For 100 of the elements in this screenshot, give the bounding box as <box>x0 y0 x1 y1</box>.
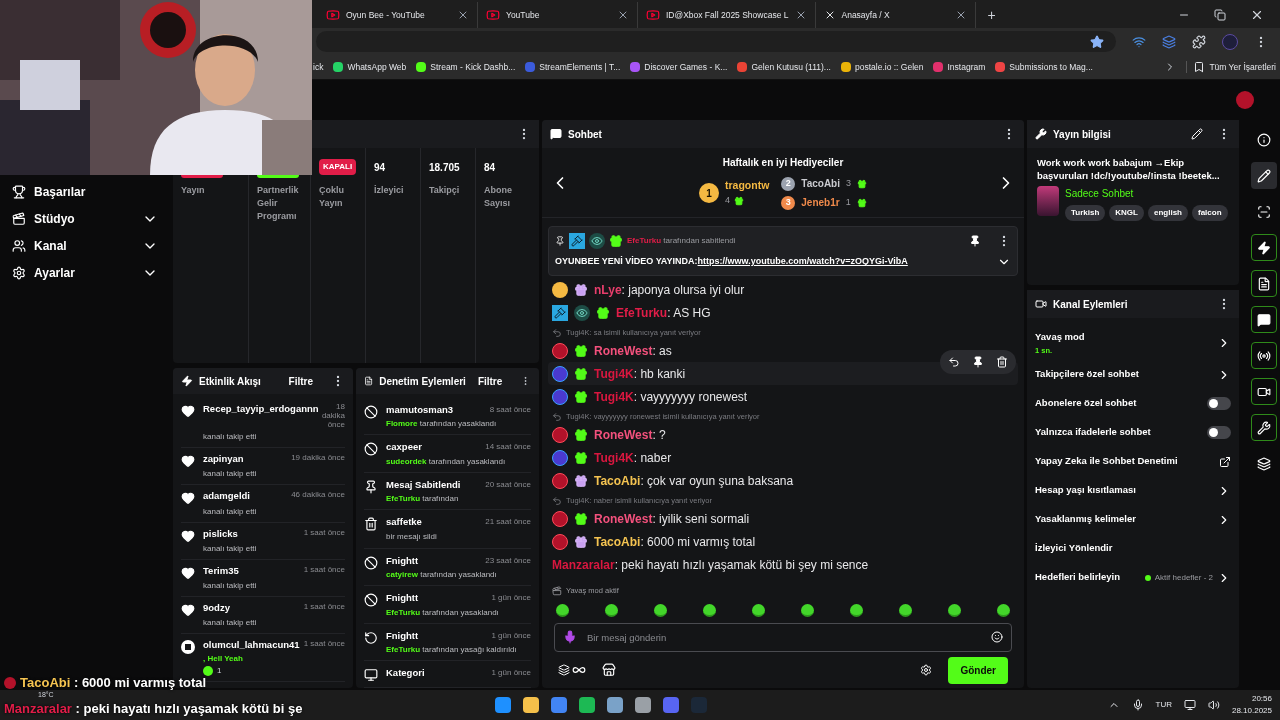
toggle-switch[interactable] <box>1207 397 1231 410</box>
tag[interactable]: falcon <box>1192 205 1228 221</box>
document-icon[interactable] <box>1251 270 1277 297</box>
close-icon[interactable] <box>617 9 629 21</box>
moderator-badge-icon <box>552 304 568 321</box>
emote-icon[interactable] <box>654 604 667 617</box>
bookmark[interactable]: ick <box>313 60 324 74</box>
channel-action[interactable]: Hesap yaşı kısıtlaması <box>1035 476 1231 505</box>
close-icon[interactable] <box>457 9 469 21</box>
settings-icon[interactable] <box>920 664 933 676</box>
new-tab-button[interactable]: + <box>975 2 1008 28</box>
stat-label: Partnerlik Gelir Programı <box>257 184 300 223</box>
extensions-icon[interactable] <box>1192 34 1206 49</box>
emote-icon[interactable] <box>997 604 1010 617</box>
all-bookmarks[interactable]: Tüm Yer İşaretleri <box>1209 60 1276 74</box>
emote-icon[interactable] <box>605 604 618 617</box>
settings-icon <box>12 266 26 280</box>
store-icon[interactable] <box>602 663 616 677</box>
app-icon[interactable] <box>634 697 651 713</box>
action-description: catyirew tarafından yasaklandı <box>386 570 498 581</box>
message-field[interactable]: Bir mesaj gönderin <box>554 623 1012 652</box>
edit-icon[interactable] <box>1251 162 1277 189</box>
emote-icon[interactable] <box>899 604 912 617</box>
video-play-icon <box>646 8 660 22</box>
trash-icon[interactable] <box>996 356 1008 368</box>
video-link[interactable]: https://www.youtube.com/watch?v=zOQYGi-VibA <box>697 256 908 267</box>
event-time: 21 saat önce <box>485 515 531 528</box>
toggle-switch[interactable] <box>1207 426 1231 439</box>
network-icon[interactable] <box>1183 699 1196 711</box>
extension-icon[interactable] <box>1162 34 1176 49</box>
message-text: RoneWest: ? <box>594 426 666 444</box>
sidebar-item[interactable]: Ayarlar <box>34 264 134 282</box>
action-title: Kategori <box>386 665 426 680</box>
broadcast-icon[interactable] <box>1251 342 1277 369</box>
rank-badge: 1 <box>698 183 719 203</box>
tag[interactable]: english <box>1148 205 1188 221</box>
channel-action[interactable]: Takipçilere özel sohbet <box>1035 360 1231 389</box>
bookmark[interactable]: Discover Games - K... <box>644 60 728 74</box>
sidebar-item[interactable]: Stüdyo <box>34 210 134 228</box>
channel-action[interactable]: Abonelere özel sohbet <box>1035 389 1231 418</box>
action-title: Mesaj Sabitlendi <box>386 477 462 492</box>
emote-icon[interactable] <box>752 604 765 617</box>
filter-button[interactable]: Filtre <box>288 373 313 389</box>
restore-icon[interactable] <box>1214 9 1226 21</box>
event-description: kanalı takip etti <box>203 431 258 443</box>
video-icon[interactable] <box>1251 378 1277 405</box>
sidebar-item[interactable]: Kanal <box>34 237 134 255</box>
bookmark[interactable]: postale.io :: Gelen <box>854 60 924 74</box>
bookmark[interactable]: WhatsApp Web <box>347 60 407 74</box>
send-button[interactable]: Gönder <box>948 656 1008 684</box>
unpin-icon[interactable] <box>969 235 981 247</box>
ban-icon <box>364 405 378 419</box>
emote-icon[interactable] <box>556 604 569 617</box>
heart-icon <box>181 565 195 580</box>
close-icon[interactable] <box>1250 8 1264 22</box>
chat-icon[interactable] <box>1251 306 1277 333</box>
channel-action[interactable]: Yapay Zeka ile Sohbet Denetimi <box>1035 447 1231 476</box>
windows-start-icon[interactable] <box>494 697 511 713</box>
pin-icon[interactable] <box>972 356 984 368</box>
emote-icon[interactable] <box>850 604 863 617</box>
language-indicator[interactable]: TUR <box>1155 699 1172 711</box>
bookmark[interactable]: Gelen Kutusu (111)... <box>751 60 831 74</box>
channel-action[interactable]: İzleyici Yönlendir <box>1035 534 1231 563</box>
message-text: Tugi4K: vayyyyyyy ronewest <box>594 388 748 406</box>
microphone-icon[interactable] <box>1131 699 1144 711</box>
volume-icon[interactable] <box>1207 699 1220 711</box>
bookmark-star-icon[interactable] <box>1090 34 1104 49</box>
pinned-by: EfeTurku tarafından sabitlendi <box>627 235 736 247</box>
app-icon[interactable] <box>606 697 623 713</box>
channel-action[interactable]: Hedefleri belirleyin Aktif hedefler - 2 <box>1035 563 1231 592</box>
extension-icon[interactable] <box>1132 34 1146 49</box>
event-time: 18 dakika önce <box>320 402 345 429</box>
action-description: bir mesajı sildi <box>386 531 438 543</box>
bookmark[interactable]: Instagram <box>947 60 986 74</box>
edit-icon[interactable] <box>1191 128 1203 140</box>
user-avatar-icon[interactable] <box>1236 91 1254 109</box>
filter-button[interactable]: Filtre <box>477 373 503 389</box>
message-text: TacoAbi: 6000 mi varmış total <box>594 533 756 551</box>
bookmark[interactable]: Stream - Kick Dashb... <box>430 60 516 74</box>
channel-action[interactable]: Yasaklanmış kelimeler <box>1035 505 1231 534</box>
bolt-icon[interactable] <box>1251 234 1277 261</box>
bookmark[interactable]: Submissions to Mag... <box>1009 60 1093 74</box>
folder-icon[interactable] <box>522 697 539 713</box>
wrench-icon[interactable] <box>1251 414 1277 441</box>
category-link[interactable]: Sadece Sohbet <box>1065 186 1228 201</box>
emote-icon[interactable] <box>703 604 716 617</box>
reply-icon[interactable] <box>948 356 960 368</box>
tag[interactable]: Turkish <box>1065 205 1106 221</box>
music-app-icon[interactable] <box>578 697 595 713</box>
emote-icon[interactable] <box>948 604 961 617</box>
emote-icon[interactable] <box>801 604 814 617</box>
channel-action[interactable]: Yalnızca ifadelerle sohbet <box>1035 418 1231 447</box>
heart-icon <box>181 603 195 617</box>
tag[interactable]: KNGL <box>1109 205 1144 221</box>
gift-badge-icon <box>574 450 588 465</box>
sidebar-item[interactable]: Başarılar <box>34 183 158 201</box>
bookmark[interactable]: StreamElements | T... <box>539 60 621 74</box>
browser-icon[interactable] <box>550 697 567 713</box>
chat-app-icon[interactable] <box>662 697 679 713</box>
emoji-icon[interactable] <box>991 631 1003 643</box>
